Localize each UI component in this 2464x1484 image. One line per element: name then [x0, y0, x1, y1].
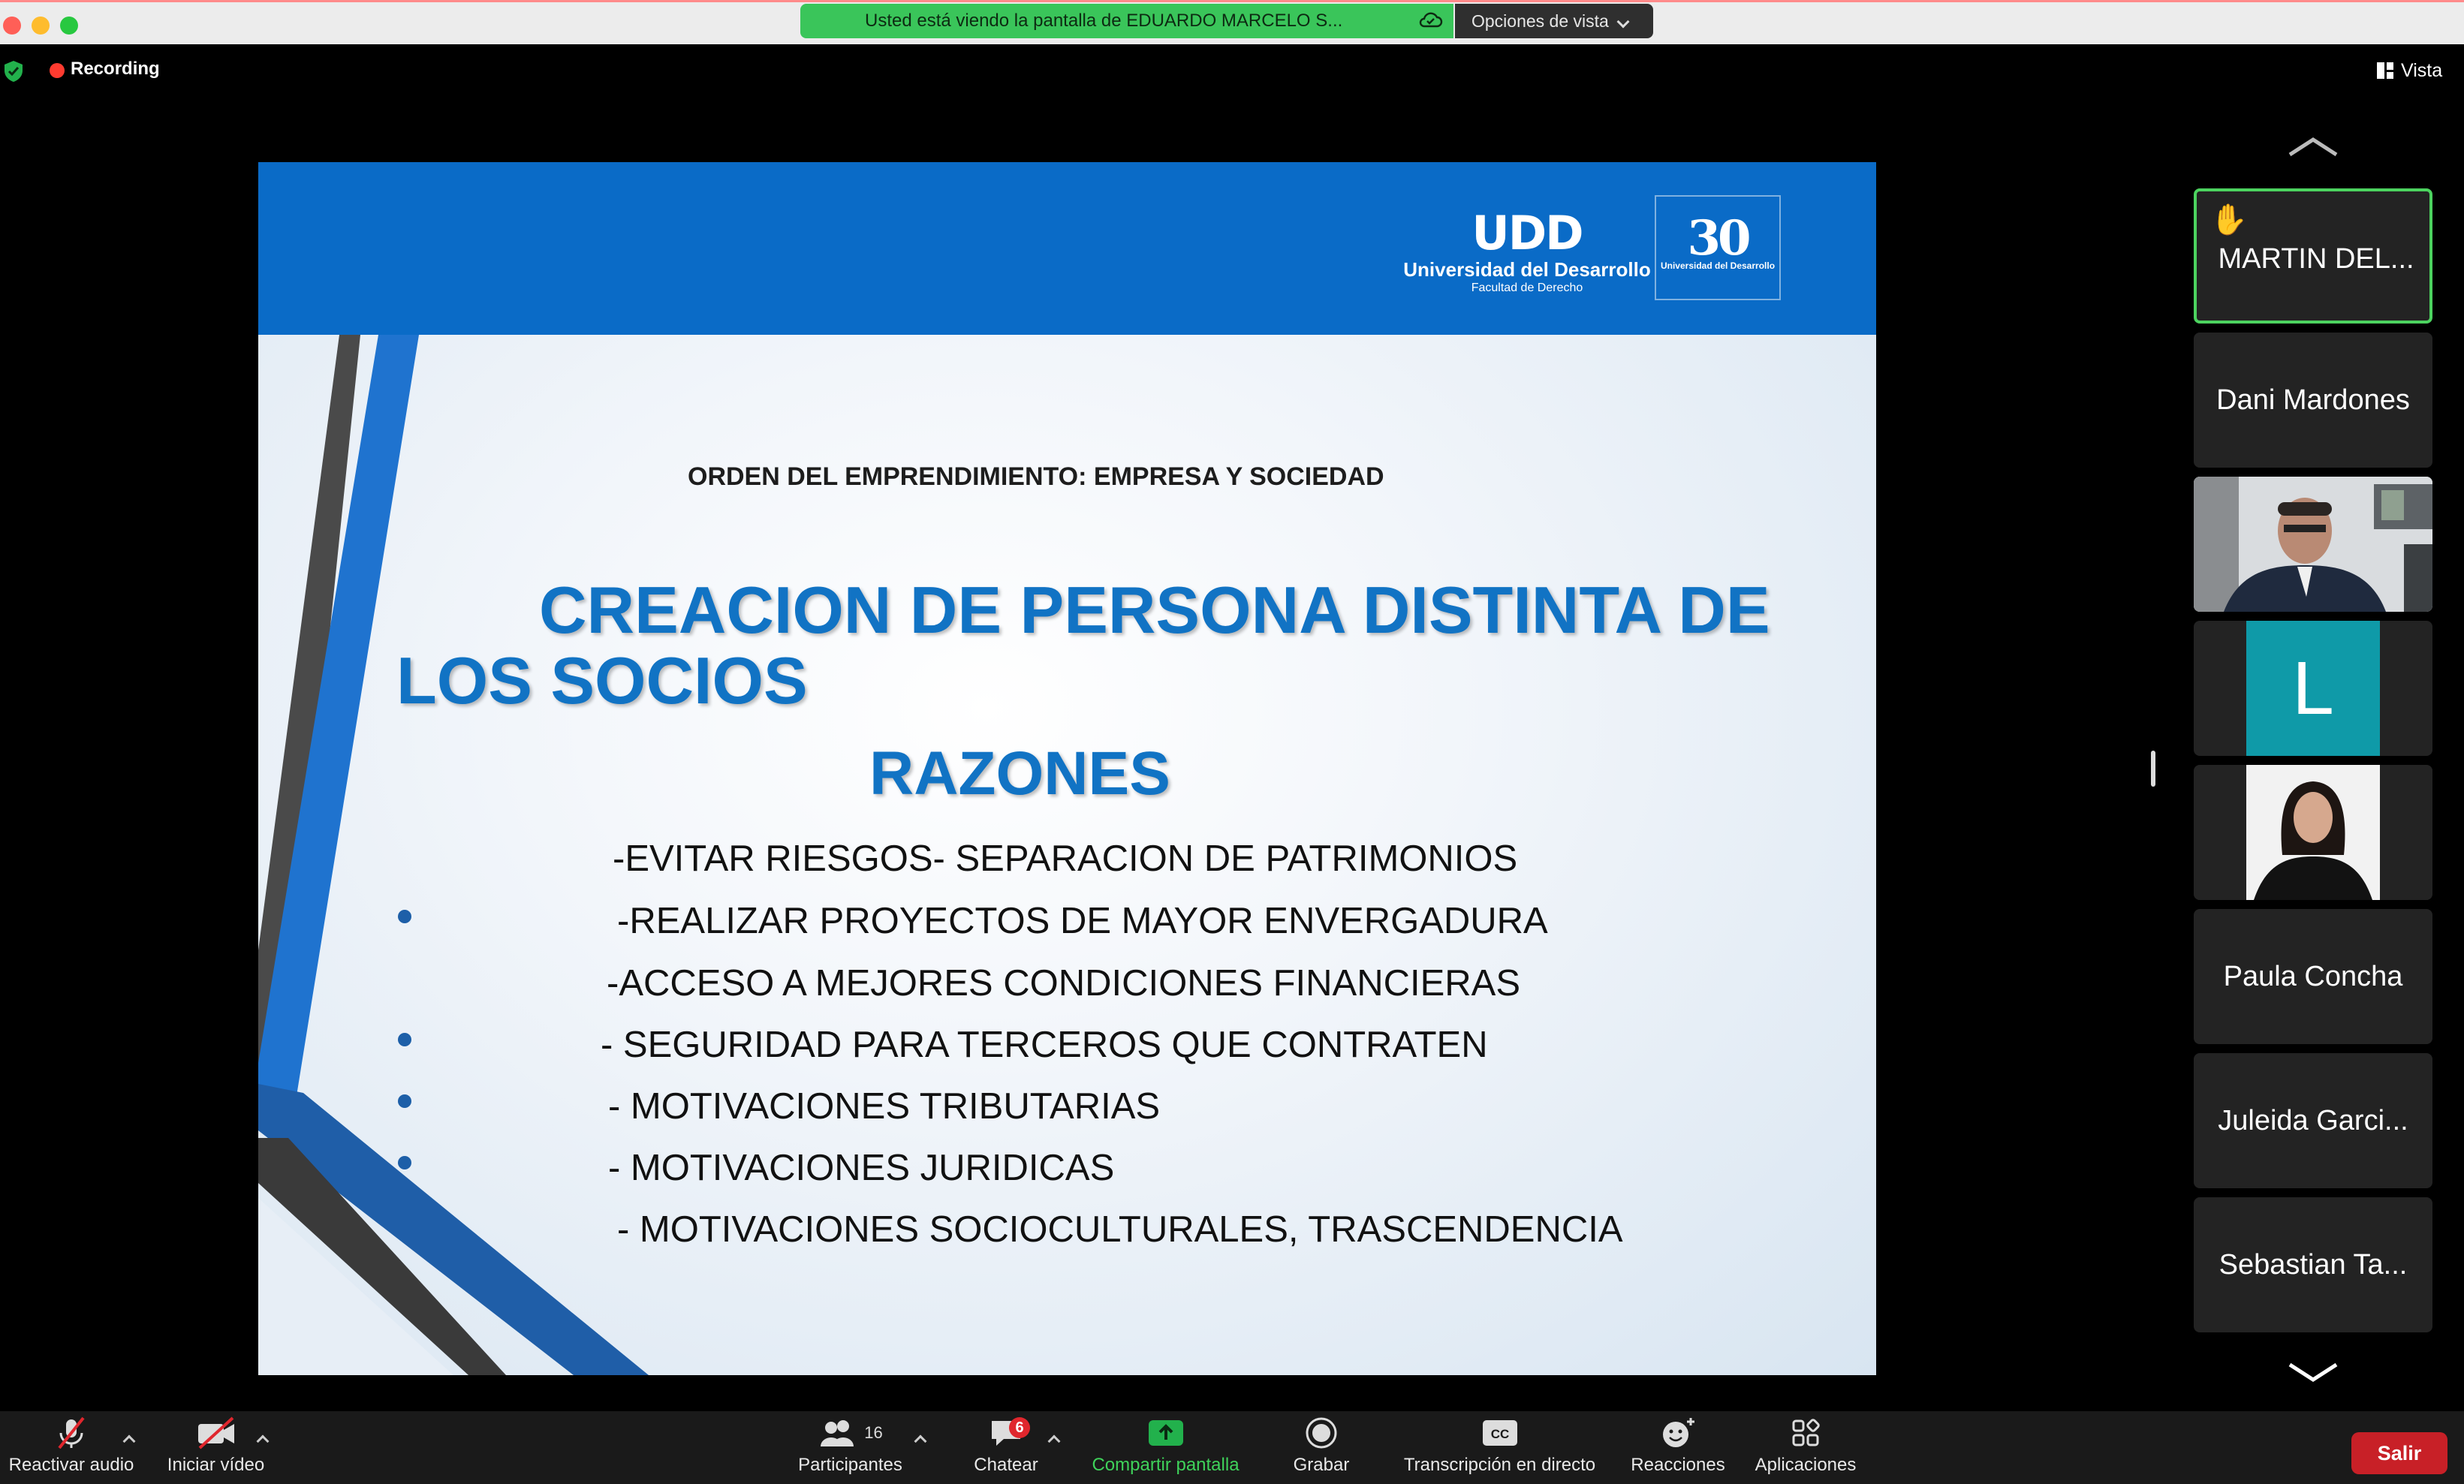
chat-button[interactable]: 6 Chatear [961, 1411, 1051, 1484]
participants-button[interactable]: 16 Participantes [788, 1411, 912, 1484]
close-window-button[interactable] [3, 17, 21, 35]
bullet-icon [398, 1094, 411, 1108]
zoom-window-button[interactable] [60, 17, 78, 35]
live-transcription-label: Transcripción en directo [1403, 1455, 1596, 1475]
minimize-window-button[interactable] [32, 17, 50, 35]
participant-video [2194, 765, 2432, 900]
microphone-muted-icon [58, 1416, 85, 1449]
screen-share-banner: Usted está viendo la pantalla de EDUARDO… [800, 4, 1453, 38]
reactions-button[interactable]: Reacciones [1622, 1411, 1734, 1484]
share-screen-button[interactable]: Compartir pantalla [1081, 1411, 1250, 1484]
shared-screen-slide: UDD Universidad del Desarrollo Facultad … [258, 162, 1876, 1375]
unmute-button[interactable]: Reactivar audio [0, 1411, 143, 1484]
reactions-label: Reacciones [1631, 1455, 1725, 1475]
view-button[interactable]: Vista [2377, 57, 2442, 84]
participant-video-tile[interactable] [2194, 765, 2432, 900]
slide-title-line1: CREACION DE PERSONA DISTINTA DE [539, 573, 1770, 647]
recording-label[interactable]: Recording [71, 59, 160, 80]
udd-logo: UDD Universidad del Desarrollo Facultad … [1392, 209, 1662, 314]
reason-item: - SEGURIDAD PARA TERCEROS QUE CONTRATEN [601, 1025, 1488, 1065]
slide-subtitle: ORDEN DEL EMPRENDIMIENTO: EMPRESA Y SOCI… [688, 462, 1384, 491]
unmute-label: Reactivar audio [8, 1455, 134, 1475]
slide-title: CREACION DE PERSONA DISTINTA DE LOS SOCI… [396, 575, 1823, 716]
participants-caret-icon[interactable] [914, 1434, 927, 1448]
chevron-down-icon [1616, 15, 1630, 29]
reactions-icon [1663, 1418, 1694, 1447]
udd-logo-name: Universidad del Desarrollo [1403, 258, 1651, 281]
shield-icon[interactable] [3, 60, 24, 83]
record-icon [1306, 1417, 1337, 1449]
participant-video-tile[interactable] [2194, 477, 2432, 612]
reason-item: - MOTIVACIONES TRIBUTARIAS [608, 1086, 1161, 1127]
apps-button[interactable]: Aplicaciones [1742, 1411, 1869, 1484]
cloud-icon [1419, 12, 1443, 28]
participants-label: Participantes [798, 1455, 902, 1475]
chat-label: Chatear [974, 1455, 1038, 1475]
udd-logo-mark: UDD [1471, 206, 1583, 260]
bullet-icon [398, 1156, 411, 1169]
participant-tile[interactable]: ✋ MARTIN DEL... [2194, 188, 2432, 324]
view-options-dropdown[interactable]: Opciones de vista [1455, 4, 1653, 38]
start-video-button[interactable]: Iniciar vídeo [150, 1411, 282, 1484]
slide-title-line2: LOS SOCIOS [396, 643, 808, 718]
camera-off-icon [197, 1416, 234, 1449]
meeting-toolbar: Reactivar audio Iniciar vídeo 16 Partici… [0, 1411, 2464, 1484]
record-label: Grabar [1293, 1455, 1350, 1475]
participant-tile[interactable]: Sebastian Ta... [2194, 1197, 2432, 1332]
participant-name: Paula Concha [2223, 960, 2403, 992]
participant-tile[interactable]: L [2194, 621, 2432, 756]
bullet-icon [398, 910, 411, 923]
reason-item: -ACCESO A MEJORES CONDICIONES FINANCIERA… [607, 963, 1521, 1004]
participants-icon [821, 1420, 854, 1446]
bullet-icon [398, 1033, 411, 1046]
reason-item: -EVITAR RIESGOS- SEPARACION DE PATRIMONI… [613, 838, 1518, 879]
svg-text:CC: CC [1490, 1427, 1509, 1441]
chevron-down-icon[interactable] [2287, 1360, 2339, 1383]
participant-name: Dani Mardones [2216, 384, 2410, 416]
start-video-label: Iniciar vídeo [167, 1455, 265, 1475]
udd-logo-faculty: Facultad de Derecho [1471, 281, 1583, 294]
reason-item: - MOTIVACIONES JURIDICAS [608, 1148, 1115, 1188]
live-transcription-button[interactable]: CC Transcripción en directo [1393, 1411, 1607, 1484]
share-screen-label: Compartir pantalla [1092, 1455, 1240, 1475]
participant-tile[interactable]: Juleida Garci... [2194, 1053, 2432, 1188]
participant-avatar: L [2246, 621, 2380, 756]
apps-icon [1792, 1419, 1820, 1446]
participant-tile[interactable]: Dani Mardones [2194, 333, 2432, 468]
reason-item: - MOTIVACIONES SOCIOCULTURALES, TRASCEND… [617, 1209, 1623, 1250]
slide-heading: RAZONES [869, 739, 1170, 808]
chevron-up-icon[interactable] [2287, 135, 2339, 158]
leave-meeting-button[interactable]: Salir [2351, 1432, 2447, 1474]
participants-count: 16 [864, 1423, 883, 1442]
anniversary-logo: 30 Universidad del Desarrollo [1655, 195, 1781, 300]
apps-label: Aplicaciones [1755, 1455, 1857, 1475]
closed-captions-icon: CC [1482, 1420, 1517, 1446]
view-options-label: Opciones de vista [1471, 11, 1609, 31]
split-view-handle[interactable] [2151, 751, 2155, 787]
window-titlebar: Usted está viendo la pantalla de EDUARDO… [0, 0, 2464, 44]
participant-name: Sebastian Ta... [2219, 1248, 2408, 1281]
recording-indicator-icon [50, 63, 65, 78]
share-screen-icon [1148, 1420, 1183, 1446]
anniversary-mark: 30 [1687, 210, 1751, 266]
participant-name: Juleida Garci... [2218, 1104, 2408, 1136]
chat-unread-badge: 6 [1009, 1417, 1030, 1438]
participant-name: MARTIN DEL... [2218, 242, 2414, 275]
view-label: Vista [2401, 59, 2443, 81]
anniversary-text: Universidad del Desarrollo [1660, 260, 1776, 271]
layout-icon [2377, 62, 2393, 79]
reason-item: -REALIZAR PROYECTOS DE MAYOR ENVERGADURA [617, 901, 1548, 941]
record-button[interactable]: Grabar [1276, 1411, 1366, 1484]
participant-tile[interactable]: Paula Concha [2194, 909, 2432, 1044]
participant-video [2194, 477, 2432, 612]
